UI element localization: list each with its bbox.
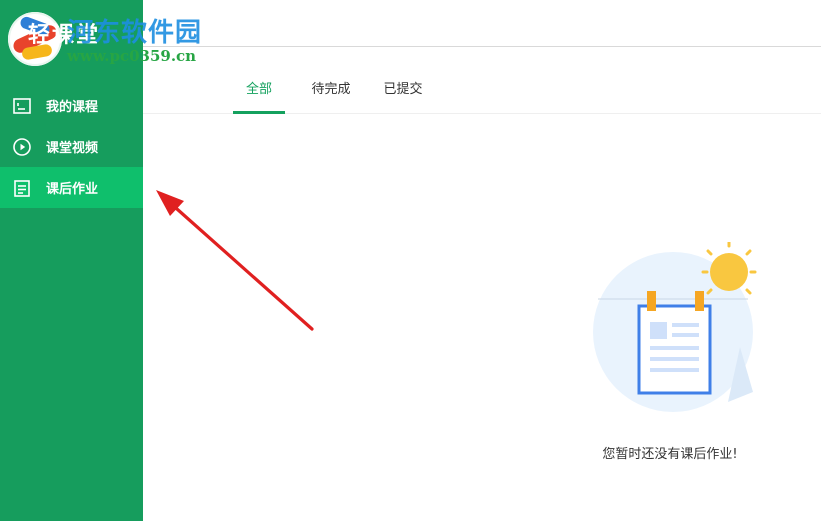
- sidebar-item-class-videos[interactable]: 课堂视频: [0, 126, 143, 167]
- red-arrow-annotation: [156, 190, 314, 331]
- sidebar-nav: 我的课程 课堂视频 课后作业: [0, 85, 143, 208]
- sidebar-item-label: 课后作业: [46, 182, 99, 197]
- empty-state-message: 您暂时还没有课后作业!: [602, 447, 738, 462]
- title-bar: [143, 0, 821, 47]
- empty-homework-illustration: [588, 240, 758, 417]
- watermark-title: 河东软件园: [67, 18, 203, 48]
- course-list-icon: [12, 96, 32, 116]
- app-window: 轻课堂 我的课程 课堂视频 课后作业 河东软件园 www.pc0359.cn 全…: [0, 0, 821, 521]
- homework-icon: [12, 178, 32, 198]
- sidebar-item-label: 我的课程: [46, 100, 99, 115]
- sidebar: 轻课堂 我的课程 课堂视频 课后作业: [0, 0, 143, 521]
- sidebar-item-my-courses[interactable]: 我的课程: [0, 85, 143, 126]
- tab-pending[interactable]: 待完成: [303, 62, 359, 113]
- tab-submitted[interactable]: 已提交: [377, 62, 429, 113]
- sidebar-item-label: 课堂视频: [46, 141, 99, 156]
- play-circle-icon: [12, 137, 32, 157]
- homework-tabs: 全部 待完成 已提交: [143, 62, 821, 114]
- sidebar-item-homework[interactable]: 课后作业: [0, 167, 143, 208]
- notebook-icon: [637, 291, 712, 395]
- tab-all[interactable]: 全部: [233, 62, 285, 114]
